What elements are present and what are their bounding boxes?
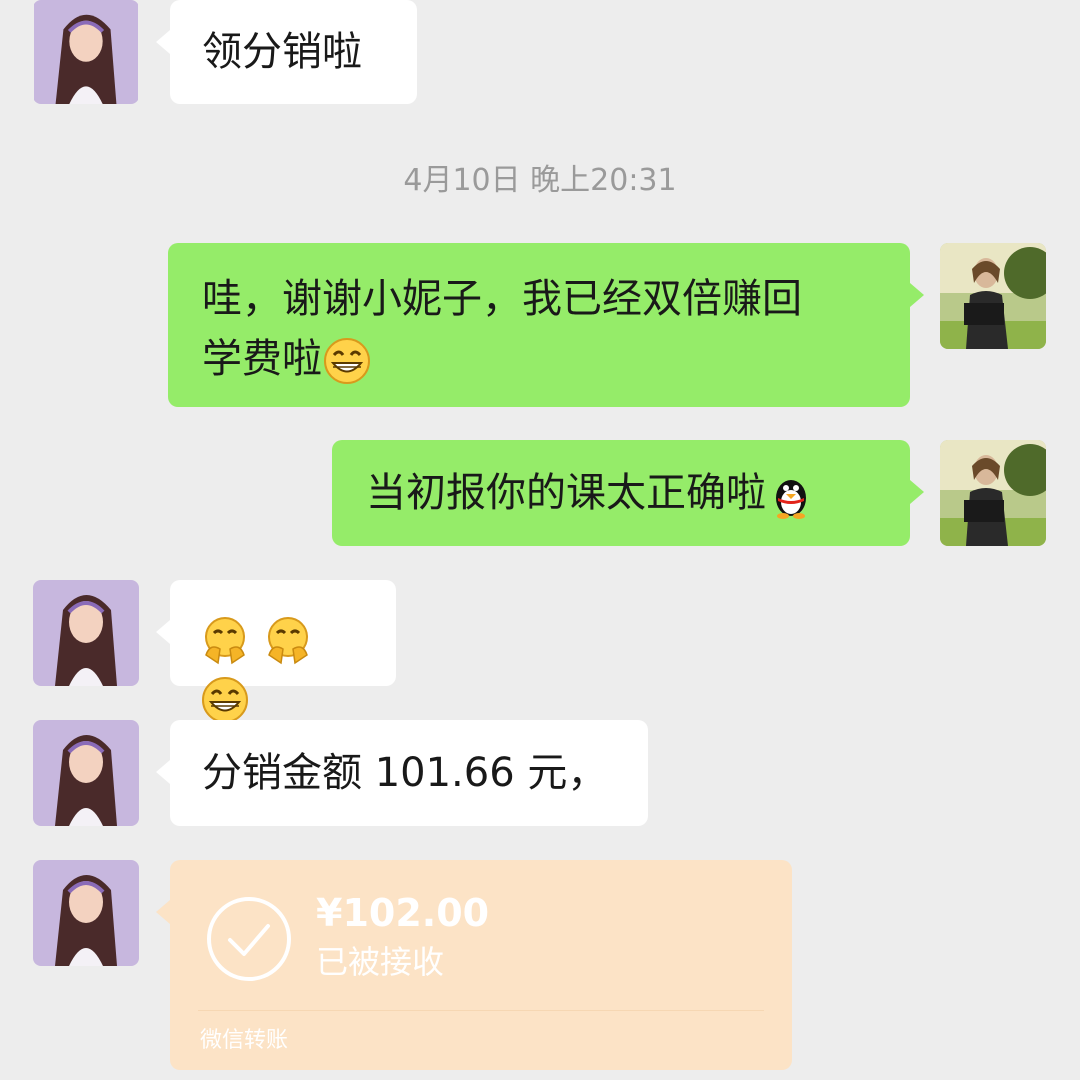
contact-avatar[interactable] [33,720,139,826]
message-text: 领分销啦 [202,29,362,75]
penguin-emoji-icon [766,470,816,520]
bubble-tail [156,760,170,784]
bubble-tail [910,480,924,504]
my-avatar[interactable] [940,243,1046,349]
contact-avatar[interactable] [33,580,139,686]
grin-emoji-icon [200,675,250,725]
contact-avatar[interactable] [33,0,139,104]
woman-avatar-icon [34,0,138,104]
message-text-line: 哇，谢谢小妮子，我已经双倍赚回 [202,276,802,322]
message-bubble[interactable]: 分销金额 101.66 元， [156,720,648,826]
my-avatar[interactable] [940,440,1046,546]
woman-avatar-icon [33,580,139,686]
transfer-footer: 微信转账 [200,1028,289,1053]
message-text: 当初报你的课太正确啦 [366,470,766,516]
bubble-tail [156,900,170,924]
message-text-line: 学费啦 [202,329,876,389]
bubble-tail [156,620,170,644]
bubble-tail [156,30,170,54]
message-bubble[interactable]: 领分销啦 [156,0,417,104]
reading-person-avatar-icon [940,243,1046,349]
transfer-status: 已被接收 [316,943,445,981]
hug-emoji-icon [263,615,313,665]
transfer-amount: ¥102.00 [316,891,490,935]
woman-avatar-icon [33,720,139,826]
bubble-tail [910,283,924,307]
message-text: 学费啦 [202,336,322,382]
chat-view: 领分销啦 4月10日 晚上20:31 哇，谢谢小妮子，我已经双倍赚回 学费啦 当… [0,0,1080,1080]
woman-avatar-icon [33,860,139,966]
transfer-card[interactable]: ¥102.00 已被接收 微信转账 [156,860,792,1070]
grin-emoji-icon [322,336,372,386]
message-bubble[interactable] [156,580,396,723]
contact-avatar[interactable] [33,860,139,966]
hug-emoji-icon [200,615,250,665]
timestamp: 4月10日 晚上20:31 [403,163,677,198]
check-circle-icon [206,896,292,982]
reading-person-avatar-icon [940,440,1046,546]
message-bubble[interactable]: 哇，谢谢小妮子，我已经双倍赚回 学费啦 [168,243,924,407]
message-bubble[interactable]: 当初报你的课太正确啦 [332,440,924,546]
message-text: 分销金额 101.66 元， [202,750,608,796]
divider [198,1010,764,1011]
